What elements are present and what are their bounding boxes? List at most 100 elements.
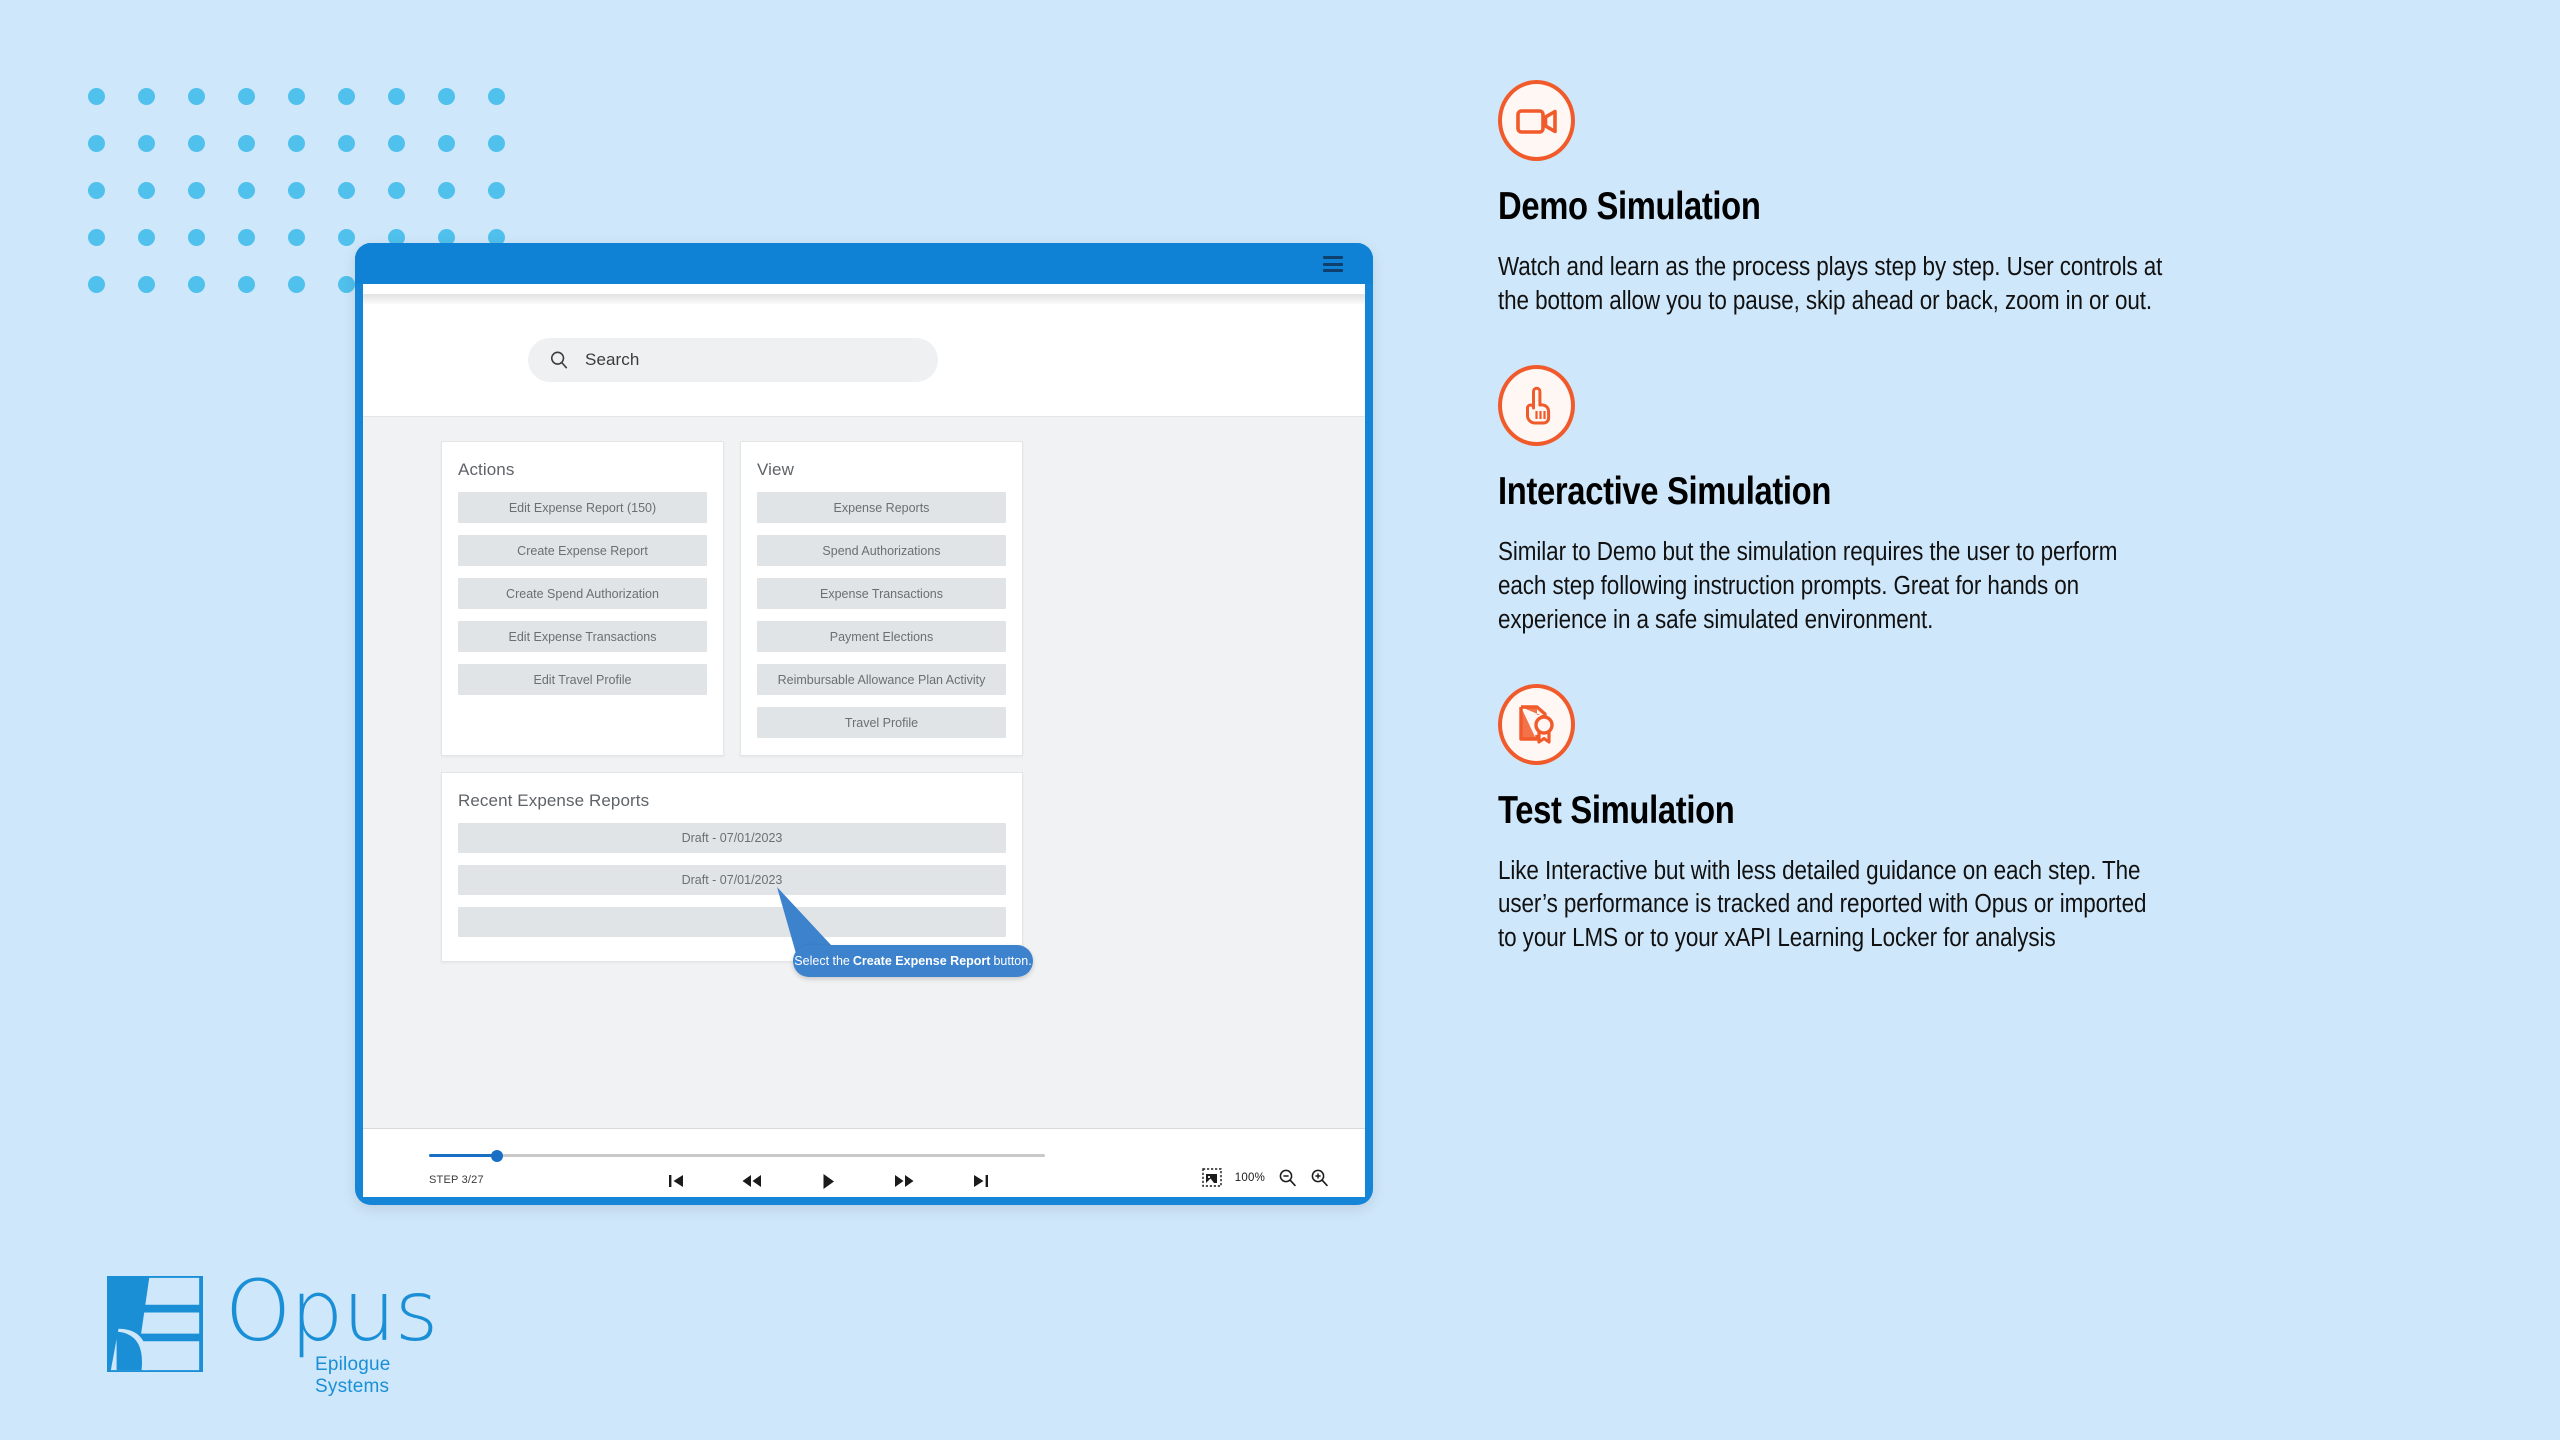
search-input[interactable]: Search <box>528 338 938 382</box>
zoom-level-label: 100% <box>1234 1171 1265 1184</box>
dot <box>288 182 305 199</box>
seek-slider[interactable] <box>429 1150 1045 1162</box>
dot <box>138 276 155 293</box>
view-button[interactable]: Reimbursable Allowance Plan Activity <box>757 664 1006 695</box>
seek-handle[interactable] <box>490 1150 503 1162</box>
certificate-award-icon-ring <box>1498 683 1575 765</box>
dot <box>338 88 355 105</box>
feature-demo-simulation: Demo Simulation Watch and learn as the p… <box>1498 80 2298 319</box>
dot <box>288 135 305 152</box>
actions-button[interactable]: Edit Expense Report (150) <box>458 492 707 523</box>
recent-card-title: Recent Expense Reports <box>458 791 650 810</box>
actions-button[interactable]: Edit Expense Transactions <box>458 621 707 652</box>
view-button[interactable]: Expense Transactions <box>757 578 1006 609</box>
dot <box>88 88 105 105</box>
dot <box>188 276 205 293</box>
recent-report-item[interactable] <box>458 907 1006 937</box>
dot <box>338 135 355 152</box>
dot <box>88 276 105 293</box>
view-button[interactable]: Spend Authorizations <box>757 535 1006 566</box>
dot <box>138 229 155 246</box>
feature-body: Similar to Demo but the simulation requi… <box>1498 537 2118 634</box>
transport-controls <box>663 1168 993 1194</box>
recent-report-item[interactable]: Draft - 07/01/2023 <box>458 823 1006 853</box>
dot <box>238 229 255 246</box>
dot <box>388 182 405 199</box>
feature-title: Test Simulation <box>1498 788 1735 832</box>
pointing-hand-icon <box>1525 387 1550 425</box>
view-card: View Expense Reports Spend Authorizations… <box>740 441 1023 756</box>
dot <box>288 276 305 293</box>
fast-forward-button[interactable] <box>891 1170 917 1192</box>
search-placeholder: Search <box>585 350 640 369</box>
search-icon <box>550 351 568 369</box>
dot <box>488 88 505 105</box>
instruction-tooltip: Select the Create Expense Report button. <box>793 945 1033 977</box>
dot <box>138 88 155 105</box>
dot <box>188 182 205 199</box>
view-button[interactable]: Expense Reports <box>757 492 1006 523</box>
feature-title: Demo Simulation <box>1498 185 1761 228</box>
pointing-hand-icon-ring <box>1498 364 1575 446</box>
tooltip-suffix: button. <box>993 954 1032 968</box>
first-step-button[interactable] <box>663 1170 689 1192</box>
app-content-area: Actions Edit Expense Report (150) Create … <box>363 417 1365 1160</box>
dot <box>138 135 155 152</box>
dot <box>88 135 105 152</box>
fit-to-screen-icon[interactable] <box>1202 1168 1222 1187</box>
tooltip-target-label: Create Expense Report <box>852 954 991 968</box>
dot <box>238 182 255 199</box>
dot <box>288 88 305 105</box>
play-button[interactable] <box>815 1170 841 1192</box>
dot <box>438 182 455 199</box>
dot <box>238 88 255 105</box>
actions-card: Actions Edit Expense Report (150) Create … <box>441 441 724 756</box>
hamburger-icon[interactable] <box>1323 256 1343 272</box>
feature-test-simulation: Test Simulation Like Interactive but wit… <box>1498 683 2298 957</box>
step-counter-label: STEP 3/27 <box>429 1174 484 1186</box>
feature-body: Like Interactive but with less detailed … <box>1498 856 2147 953</box>
app-shadow-strip <box>363 294 1365 304</box>
search-row: Search <box>363 324 1365 416</box>
simulator-window: Search Actions Edit Expense Report (150)… <box>355 243 1373 1205</box>
player-control-bar: STEP 3/27 100% <box>363 1128 1365 1197</box>
feature-interactive-simulation: Interactive Simulation Similar to Demo b… <box>1498 364 2298 638</box>
dot <box>438 135 455 152</box>
simulator-titlebar <box>355 243 1373 289</box>
dot <box>288 229 305 246</box>
actions-button[interactable]: Create Expense Report <box>458 535 707 566</box>
view-button[interactable]: Travel Profile <box>757 707 1006 738</box>
video-camera-icon-ring <box>1498 80 1575 161</box>
opus-wordmark: Opus <box>225 1262 438 1360</box>
dot <box>388 135 405 152</box>
dot <box>488 135 505 152</box>
rewind-button[interactable] <box>739 1170 765 1192</box>
dot <box>238 276 255 293</box>
actions-button[interactable]: Create Spend Authorization <box>458 578 707 609</box>
opus-logo-mark <box>107 1276 203 1372</box>
dot <box>438 88 455 105</box>
zoom-in-icon[interactable] <box>1310 1168 1329 1187</box>
dot <box>338 229 355 246</box>
actions-button[interactable]: Edit Travel Profile <box>458 664 707 695</box>
view-card-title: View <box>757 460 794 479</box>
dot <box>338 182 355 199</box>
feature-title: Interactive Simulation <box>1498 469 1832 513</box>
app-top-strip <box>363 284 1365 294</box>
dot <box>188 229 205 246</box>
seek-progress-fill <box>429 1154 497 1157</box>
actions-button-list: Edit Expense Report (150) Create Expense … <box>442 480 723 695</box>
recent-report-item[interactable]: Draft - 07/01/2023 <box>458 865 1006 895</box>
last-step-button[interactable] <box>967 1170 993 1192</box>
recent-report-list: Draft - 07/01/2023 Draft - 07/01/2023 <box>442 811 1022 937</box>
zoom-out-icon[interactable] <box>1278 1168 1297 1187</box>
dot <box>88 229 105 246</box>
player-divider <box>363 1128 1365 1129</box>
view-button-list: Expense Reports Spend Authorizations Expen… <box>741 480 1022 738</box>
view-button[interactable]: Payment Elections <box>757 621 1006 652</box>
video-camera-icon <box>1515 108 1557 134</box>
feature-list: Demo Simulation Watch and learn as the p… <box>1498 80 2298 1002</box>
tooltip-prefix: Select the <box>794 954 850 968</box>
feature-body: Watch and learn as the process plays ste… <box>1498 253 2163 315</box>
zoom-controls: 100% <box>1202 1168 1329 1187</box>
